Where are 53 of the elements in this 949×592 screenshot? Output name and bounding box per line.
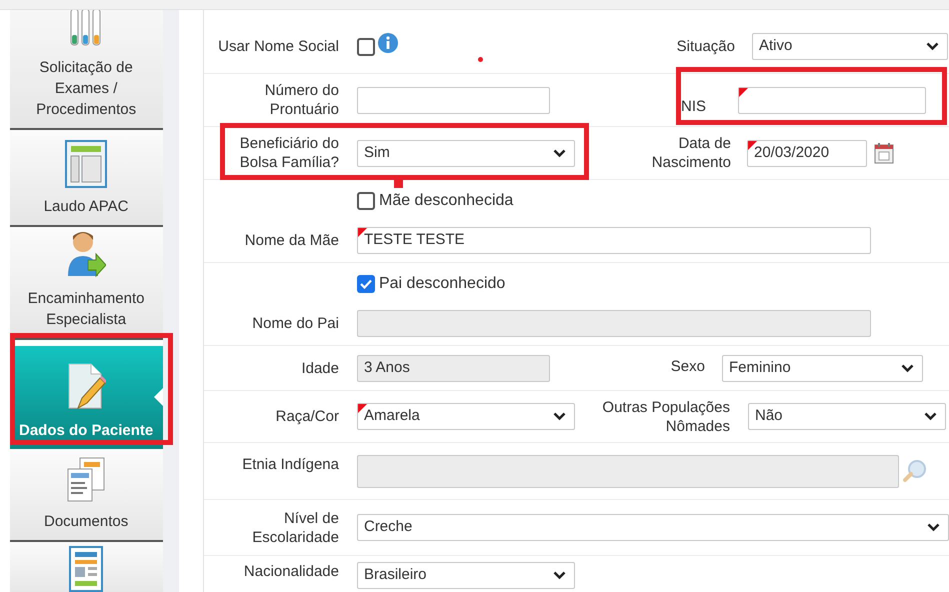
text-field[interactable]: TESTE TESTE bbox=[356, 226, 871, 254]
checkbox[interactable] bbox=[356, 274, 375, 292]
dropdown[interactable]: Feminino bbox=[722, 354, 923, 382]
checkmark-icon bbox=[360, 278, 372, 288]
checkbox[interactable] bbox=[356, 192, 375, 210]
dropdown[interactable]: Brasileiro bbox=[356, 562, 575, 589]
sidebar-item[interactable]: Encaminhamento Especialista bbox=[10, 227, 163, 340]
checkbox-label: Mãe desconhecida bbox=[378, 190, 514, 210]
sidebar-item[interactable]: Laudo APAC bbox=[10, 130, 163, 227]
field-label: Número do Prontuário bbox=[264, 81, 339, 119]
chevron-down-icon bbox=[924, 412, 937, 421]
sidebar-item[interactable]: Dados do Paciente bbox=[10, 346, 163, 449]
field-label: Nacionalidade bbox=[242, 562, 339, 581]
document-pencil-icon bbox=[66, 362, 106, 412]
field-label: Situação bbox=[676, 37, 735, 56]
text-field[interactable] bbox=[356, 86, 550, 114]
dropdown[interactable]: Não bbox=[748, 403, 946, 430]
dropdown[interactable]: Amarela bbox=[356, 403, 575, 430]
field-label: Nome da Mãe bbox=[244, 230, 339, 250]
sidebar-item[interactable]: Documentos bbox=[10, 449, 163, 542]
report-icon bbox=[69, 546, 104, 592]
dropdown[interactable]: Sim bbox=[356, 140, 575, 166]
text-field[interactable]: 20/03/2020 bbox=[746, 140, 867, 166]
chevron-down-icon bbox=[926, 42, 939, 51]
dropdown[interactable]: Ativo bbox=[752, 33, 948, 60]
field-label: Data de Nascimento bbox=[650, 134, 731, 172]
field-label: Etnia Indígena bbox=[241, 455, 339, 474]
layout-icon bbox=[65, 140, 108, 188]
annotation-mark bbox=[394, 179, 403, 188]
chevron-down-icon bbox=[552, 148, 566, 158]
documents-icon bbox=[66, 457, 106, 503]
field-label: NIS bbox=[680, 96, 707, 116]
chevron-down-icon bbox=[552, 571, 566, 580]
field-label: Outras Populações Nômades bbox=[601, 398, 730, 436]
checkbox[interactable] bbox=[356, 38, 375, 56]
field-label: Nome do Pai bbox=[251, 314, 339, 332]
field-label: Sexo bbox=[670, 356, 705, 376]
text-field[interactable] bbox=[738, 86, 926, 114]
field-label: Idade bbox=[300, 358, 339, 378]
chevron-down-icon bbox=[900, 364, 914, 372]
info-icon[interactable] bbox=[378, 32, 398, 52]
field-label: Beneficiário do Bolsa Família? bbox=[238, 134, 339, 172]
calendar-icon[interactable] bbox=[874, 142, 894, 164]
field-label: Usar Nome Social bbox=[217, 37, 339, 56]
person-arrow-icon bbox=[66, 230, 106, 280]
chevron-down-icon bbox=[552, 412, 566, 421]
dropdown[interactable]: Creche bbox=[356, 514, 949, 541]
field-label: Nível de Escolaridade bbox=[251, 508, 339, 546]
chevron-down-icon bbox=[926, 523, 940, 532]
field-label: Raça/Cor bbox=[274, 407, 339, 426]
checkbox-label: Pai desconhecido bbox=[378, 274, 506, 294]
sidebar-item[interactable] bbox=[10, 542, 163, 592]
sidebar-item[interactable]: Solicitação de Exames / Procedimentos bbox=[10, 10, 163, 130]
